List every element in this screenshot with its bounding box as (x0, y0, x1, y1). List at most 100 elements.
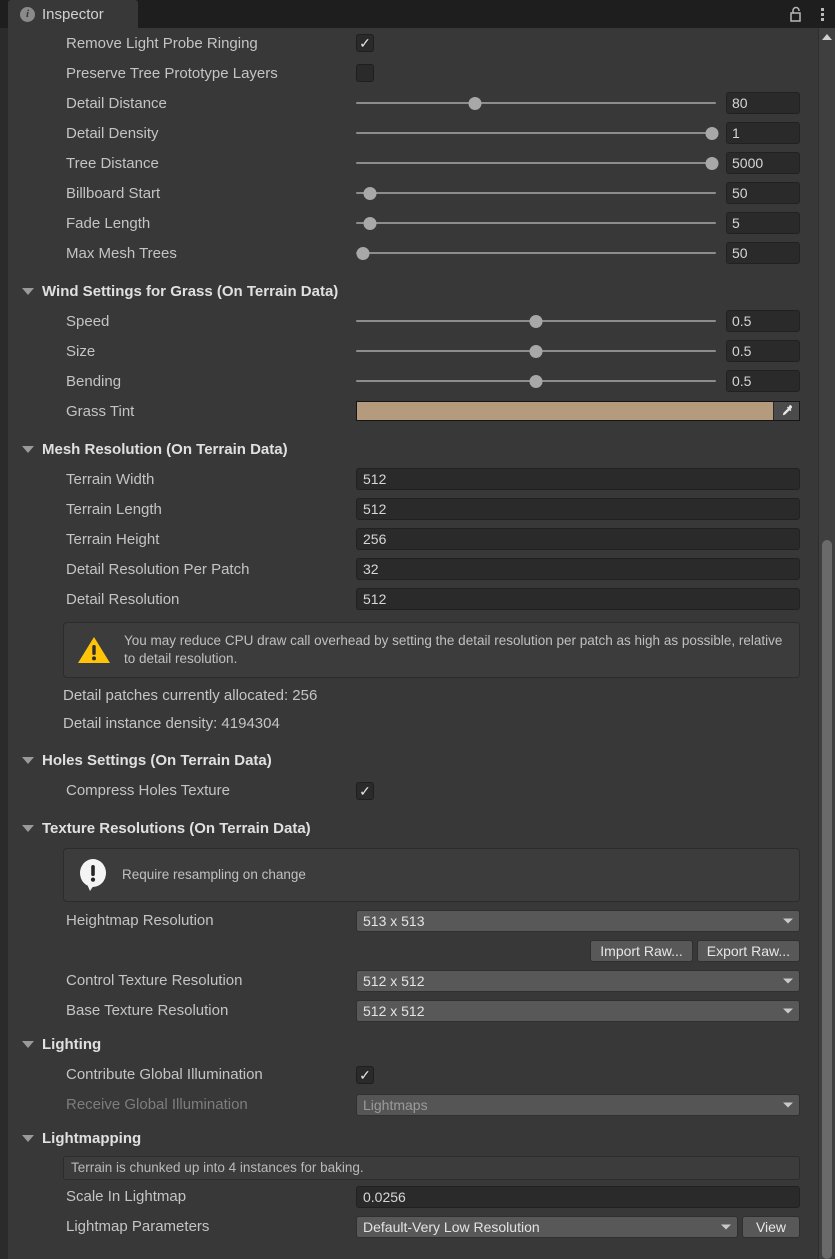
label-terrain-height: Terrain Height (66, 530, 160, 548)
chevron-up-icon[interactable] (819, 30, 835, 44)
chevron-down-icon (783, 918, 793, 924)
input-detail-distance[interactable]: 80 (726, 92, 800, 114)
slider-wind-size[interactable] (356, 342, 716, 360)
input-wind-bending[interactable]: 0.5 (726, 370, 800, 392)
row-detail-resolution-per-patch[interactable]: Detail Resolution Per Patch 32 (8, 554, 818, 584)
slider-knob[interactable] (529, 375, 543, 388)
slider-tree-distance[interactable] (356, 154, 719, 172)
checkbox-preserve-tree-prototype-layers[interactable] (356, 64, 374, 82)
chevron-down-icon (22, 445, 34, 453)
row-compress-holes-texture[interactable]: Compress Holes Texture ✓ (8, 776, 818, 806)
slider-wind-speed[interactable] (356, 312, 716, 330)
input-scale-in-lightmap[interactable]: 0.0256 (356, 1185, 800, 1208)
row-base-texture-resolution[interactable]: Base Texture Resolution 512 x 512 (8, 996, 818, 1026)
input-max-mesh-trees[interactable]: 50 (726, 242, 800, 264)
slider-knob[interactable] (363, 217, 377, 230)
row-detail-density[interactable]: Detail Density 1 (8, 118, 818, 148)
scrollbar-thumb[interactable] (822, 540, 832, 1259)
row-receive-global-illumination: Receive Global Illumination Lightmaps (8, 1090, 818, 1120)
info-detail-patches-allocated: Detail patches currently allocated: 256 (63, 687, 318, 705)
row-grass-tint[interactable]: Grass Tint (8, 396, 818, 426)
color-swatch-grass-tint[interactable] (357, 402, 773, 420)
foldout-mesh-resolution[interactable]: Mesh Resolution (On Terrain Data) (8, 434, 818, 464)
import-raw-button[interactable]: Import Raw... (590, 939, 693, 962)
row-terrain-width[interactable]: Terrain Width 512 (8, 464, 818, 494)
label-tree-distance: Tree Distance (66, 154, 159, 172)
slider-max-mesh-trees[interactable] (356, 244, 716, 262)
label-lightmap-parameters: Lightmap Parameters (66, 1218, 210, 1236)
input-wind-size[interactable]: 0.5 (726, 340, 800, 362)
foldout-lighting[interactable]: Lighting (8, 1030, 818, 1060)
color-field-grass-tint[interactable] (356, 401, 800, 421)
foldout-wind-settings-label: Wind Settings for Grass (On Terrain Data… (42, 282, 339, 300)
input-terrain-height[interactable]: 256 (356, 528, 800, 550)
foldout-texture-resolutions[interactable]: Texture Resolutions (On Terrain Data) (8, 814, 818, 844)
dropdown-base-texture-resolution[interactable]: 512 x 512 (356, 999, 800, 1022)
foldout-lightmapping-label: Lightmapping (42, 1130, 142, 1148)
input-terrain-width[interactable]: 512 (356, 468, 800, 490)
dropdown-lightmap-parameters[interactable]: Default-Very Low Resolution (356, 1215, 738, 1238)
row-billboard-start[interactable]: Billboard Start 50 (8, 178, 818, 208)
row-contribute-global-illumination[interactable]: Contribute Global Illumination ✓ (8, 1060, 818, 1090)
slider-billboard-start[interactable] (356, 184, 716, 202)
row-fade-length[interactable]: Fade Length 5 (8, 208, 818, 238)
dropdown-heightmap-resolution[interactable]: 513 x 513 (356, 909, 800, 932)
row-remove-light-probe-ringing[interactable]: Remove Light Probe Ringing ✓ (8, 28, 818, 58)
row-lightmap-parameters[interactable]: Lightmap Parameters Default-Very Low Res… (8, 1212, 818, 1242)
tab-bar-left-edge (0, 0, 8, 28)
checkbox-remove-light-probe-ringing[interactable]: ✓ (356, 34, 374, 52)
chevron-down-icon (22, 1041, 34, 1049)
vertical-scrollbar[interactable] (818, 28, 835, 1259)
slider-track (356, 132, 716, 134)
foldout-holes-settings[interactable]: Holes Settings (On Terrain Data) (8, 746, 818, 776)
kebab-menu-icon[interactable] (809, 0, 835, 28)
slider-knob[interactable] (356, 247, 370, 260)
foldout-lightmapping[interactable]: Lightmapping (8, 1124, 818, 1154)
helpbox-require-resampling: Require resampling on change (63, 847, 800, 902)
slider-wind-bending[interactable] (356, 372, 716, 390)
row-wind-size[interactable]: Size 0.5 (8, 336, 818, 366)
slider-knob[interactable] (468, 97, 482, 110)
row-preserve-tree-prototype-layers[interactable]: Preserve Tree Prototype Layers (8, 58, 818, 88)
row-max-mesh-trees[interactable]: Max Mesh Trees 50 (8, 238, 818, 268)
dropdown-control-texture-resolution[interactable]: 512 x 512 (356, 969, 800, 992)
eyedropper-icon[interactable] (773, 402, 799, 420)
row-terrain-length[interactable]: Terrain Length 512 (8, 494, 818, 524)
dropdown-heightmap-resolution-value: 513 x 513 (363, 912, 425, 929)
input-detail-density[interactable]: 1 (726, 122, 800, 144)
checkbox-contribute-global-illumination[interactable]: ✓ (356, 1065, 374, 1084)
slider-fade-length[interactable] (356, 214, 716, 232)
row-detail-resolution[interactable]: Detail Resolution 512 (8, 584, 818, 614)
export-raw-button[interactable]: Export Raw... (696, 939, 800, 962)
row-scale-in-lightmap[interactable]: Scale In Lightmap 0.0256 (8, 1182, 818, 1212)
foldout-wind-settings[interactable]: Wind Settings for Grass (On Terrain Data… (8, 276, 818, 306)
tab-inspector[interactable]: i Inspector (8, 0, 138, 28)
row-heightmap-resolution[interactable]: Heightmap Resolution 513 x 513 (8, 906, 818, 936)
slider-detail-distance[interactable] (356, 94, 716, 112)
input-terrain-length[interactable]: 512 (356, 498, 800, 520)
row-detail-distance[interactable]: Detail Distance 80 (8, 88, 818, 118)
view-lightmap-parameters-button[interactable]: View (742, 1215, 800, 1238)
slider-detail-density[interactable] (356, 124, 719, 142)
slider-knob[interactable] (363, 187, 377, 200)
input-tree-distance[interactable]: 5000 (726, 152, 800, 174)
input-detail-resolution[interactable]: 512 (356, 588, 800, 610)
row-wind-speed[interactable]: Speed 0.5 (8, 306, 818, 336)
row-wind-bending[interactable]: Bending 0.5 (8, 366, 818, 396)
slider-knob[interactable] (705, 127, 719, 140)
row-tree-distance[interactable]: Tree Distance 5000 (8, 148, 818, 178)
input-wind-speed[interactable]: 0.5 (726, 310, 800, 332)
slider-knob[interactable] (529, 345, 543, 358)
label-remove-light-probe-ringing: Remove Light Probe Ringing (66, 34, 258, 52)
input-billboard-start[interactable]: 50 (726, 182, 800, 204)
padlock-unlocked-icon[interactable] (783, 0, 809, 28)
row-terrain-height[interactable]: Terrain Height 256 (8, 524, 818, 554)
slider-knob[interactable] (529, 315, 543, 328)
input-fade-length[interactable]: 5 (726, 212, 800, 234)
input-detail-resolution-per-patch[interactable]: 32 (356, 558, 800, 580)
row-control-texture-resolution[interactable]: Control Texture Resolution 512 x 512 (8, 966, 818, 996)
checkbox-compress-holes-texture[interactable]: ✓ (356, 781, 374, 800)
slider-knob[interactable] (705, 157, 719, 170)
slider-track (356, 252, 716, 254)
